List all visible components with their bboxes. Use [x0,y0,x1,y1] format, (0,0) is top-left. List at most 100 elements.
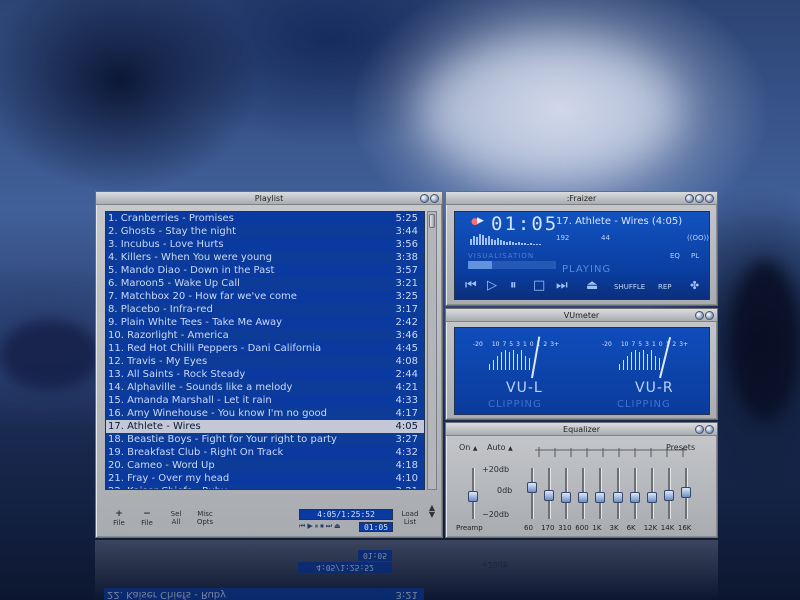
vu-tick [639,352,640,370]
pause-icon[interactable]: ⏸ [315,522,319,531]
playlist-row[interactable]: 3. Incubus - Love Hurts 3:56 [106,238,424,251]
eject-icon[interactable]: ⏏ [334,522,341,531]
slider-knob[interactable] [612,492,623,503]
misc-options-button[interactable]: Misc Opts [191,510,219,536]
playlist-scrollbar[interactable] [427,211,437,490]
eq-band-slider-60[interactable] [527,468,537,519]
playlist-row[interactable]: 13. All Saints - Rock Steady 2:44 [106,368,424,381]
playlist-titlebar[interactable]: Playlist [96,192,442,205]
minimize-icon[interactable] [695,425,704,434]
scroll-arrows[interactable]: ▲ ▼ [427,504,437,519]
close-icon[interactable] [430,194,439,203]
eq-band-slider-14K[interactable] [663,468,674,519]
eq-band-label: 310 [558,524,572,532]
eject-icon[interactable]: ⏏ [586,279,598,293]
minimize-icon[interactable] [685,194,694,203]
spectrum-bar [485,238,487,245]
preamp-slider[interactable] [468,468,478,519]
playlist-row[interactable]: 11. Red Hot Chilli Peppers - Dani Califo… [106,342,424,355]
close-icon[interactable] [705,425,714,434]
load-list-button[interactable]: Load List [396,510,424,532]
playlist-row[interactable]: 8. Placebo - Infra-red 3:17 [106,303,424,316]
slider-knob[interactable] [544,490,555,502]
playlist-row[interactable]: 12. Travis - My Eyes 4:08 [106,355,424,368]
previous-icon[interactable]: ⏮ [465,279,477,293]
slider-knob[interactable] [595,492,606,503]
add-file-button[interactable]: + File [105,510,133,536]
shuffle-toggle[interactable]: SHUFFLE [614,283,645,291]
remove-file-button[interactable]: − File [133,510,161,536]
slider-knob[interactable] [561,492,572,503]
arrow-down-icon[interactable]: ▼ [427,511,437,519]
visualisation-label: VISUALISATION [468,252,535,260]
next-icon[interactable]: ⏭ [326,522,332,531]
track-duration: 3:27 [395,434,418,445]
eq-band-slider-600[interactable] [578,468,589,519]
slider-knob[interactable] [663,489,674,501]
vu-left-ticks [489,350,530,370]
playlist-row[interactable]: 7. Matchbox 20 - How far we've come 3:25 [106,290,424,303]
playlist-row[interactable]: 18. Beastie Boys - Fight for Your right … [106,433,424,446]
eq-auto-toggle[interactable]: Auto ▲ [487,443,513,452]
minimize-icon[interactable] [420,194,429,203]
playlist-row[interactable]: 1. Cranberries - Promises 5:25 [106,212,424,225]
slider-knob[interactable] [468,490,478,502]
eq-band-slider-16K[interactable] [680,468,691,519]
slider-knob[interactable] [629,492,640,503]
playlist-row[interactable]: 2. Ghosts - Stay the night 3:44 [106,225,424,238]
shade-icon[interactable] [695,194,704,203]
eq-band-slider-12K[interactable] [646,468,657,519]
paw-icon[interactable]: ✤ [690,279,699,293]
eq-on-toggle[interactable]: On ▲ [459,443,478,452]
next-icon[interactable]: ⏭ [556,279,568,293]
track-duration: 3:46 [395,330,418,341]
scrollbar-thumb[interactable] [429,214,435,228]
stop-icon[interactable]: □ [533,279,545,293]
playlist-row[interactable]: 14. Alphaville - Sounds like a melody 4:2… [106,381,424,394]
seek-bar[interactable] [468,261,556,269]
playlist-row[interactable]: 10. Razorlight - America 3:46 [106,329,424,342]
playlist-row[interactable]: 6. Maroon5 - Wake Up Call 3:21 [106,277,424,290]
slider-knob[interactable] [527,481,537,493]
playlist-row[interactable]: 19. Breakfast Club - Right On Track 4:32 [106,446,424,459]
eq-toggle[interactable]: EQ [670,252,680,260]
eq-band-slider-6K[interactable] [629,468,640,519]
close-icon[interactable] [705,194,714,203]
vumeter-titlebar[interactable]: VUmeter [446,309,717,322]
playlist-row[interactable]: 21. Fray - Over my head 4:10 [106,472,424,485]
toggle-arrow-icon: ▲ [508,445,513,452]
playlist-row[interactable]: 4. Killers - When You were young 3:38 [106,251,424,264]
slider-knob[interactable] [680,487,691,499]
playlist-row[interactable]: 17. Athlete - Wires 4:05 [106,420,424,433]
presets-button[interactable]: Presets [666,443,695,452]
pl-toggle[interactable]: PL [691,252,699,260]
slider-knob[interactable] [646,492,657,503]
select-all-button[interactable]: Sel All [162,510,190,536]
playlist-row[interactable]: 15. Amanda Marshall - Let it rain 4:33 [106,394,424,407]
slider-knob[interactable] [578,492,589,503]
track-title: 9. Plain White Tees - Take Me Away [108,317,283,328]
previous-icon[interactable]: ⏮ [299,522,305,531]
playlist-row[interactable]: 20. Cameo - Word Up 4:18 [106,459,424,472]
player-titlebar[interactable]: :Fraizer [446,192,717,205]
close-icon[interactable] [705,311,714,320]
vu-tick [651,350,652,370]
equalizer-titlebar[interactable]: Equalizer [446,423,717,436]
playlist-row[interactable]: 22. Kaiser Chiefs - Ruby 3:21 [106,485,424,489]
playlist-row[interactable]: 16. Amy Winehouse - You know I'm no good… [106,407,424,420]
misc-label: Misc [197,510,213,518]
minimize-icon[interactable] [695,311,704,320]
eq-band-slider-310[interactable] [561,468,572,519]
playlist-row[interactable]: 5. Mando Diao - Down in the Past 3:57 [106,264,424,277]
repeat-toggle[interactable]: REP [658,283,672,291]
playlist-row[interactable]: 9. Plain White Tees - Take Me Away 2:42 [106,316,424,329]
play-icon[interactable]: ▶ [307,522,312,531]
slider-track[interactable] [531,468,533,519]
pause-icon[interactable]: ⏸ [510,279,517,293]
playlist-list[interactable]: 1. Cranberries - Promises 5:25 2. Ghosts -… [105,211,425,490]
eq-band-slider-170[interactable] [544,468,555,519]
eq-band-slider-3K[interactable] [612,468,623,519]
eq-band-slider-1K[interactable] [595,468,606,519]
play-icon[interactable]: ▷ [487,279,497,293]
stop-icon[interactable]: ⏹ [320,522,324,531]
